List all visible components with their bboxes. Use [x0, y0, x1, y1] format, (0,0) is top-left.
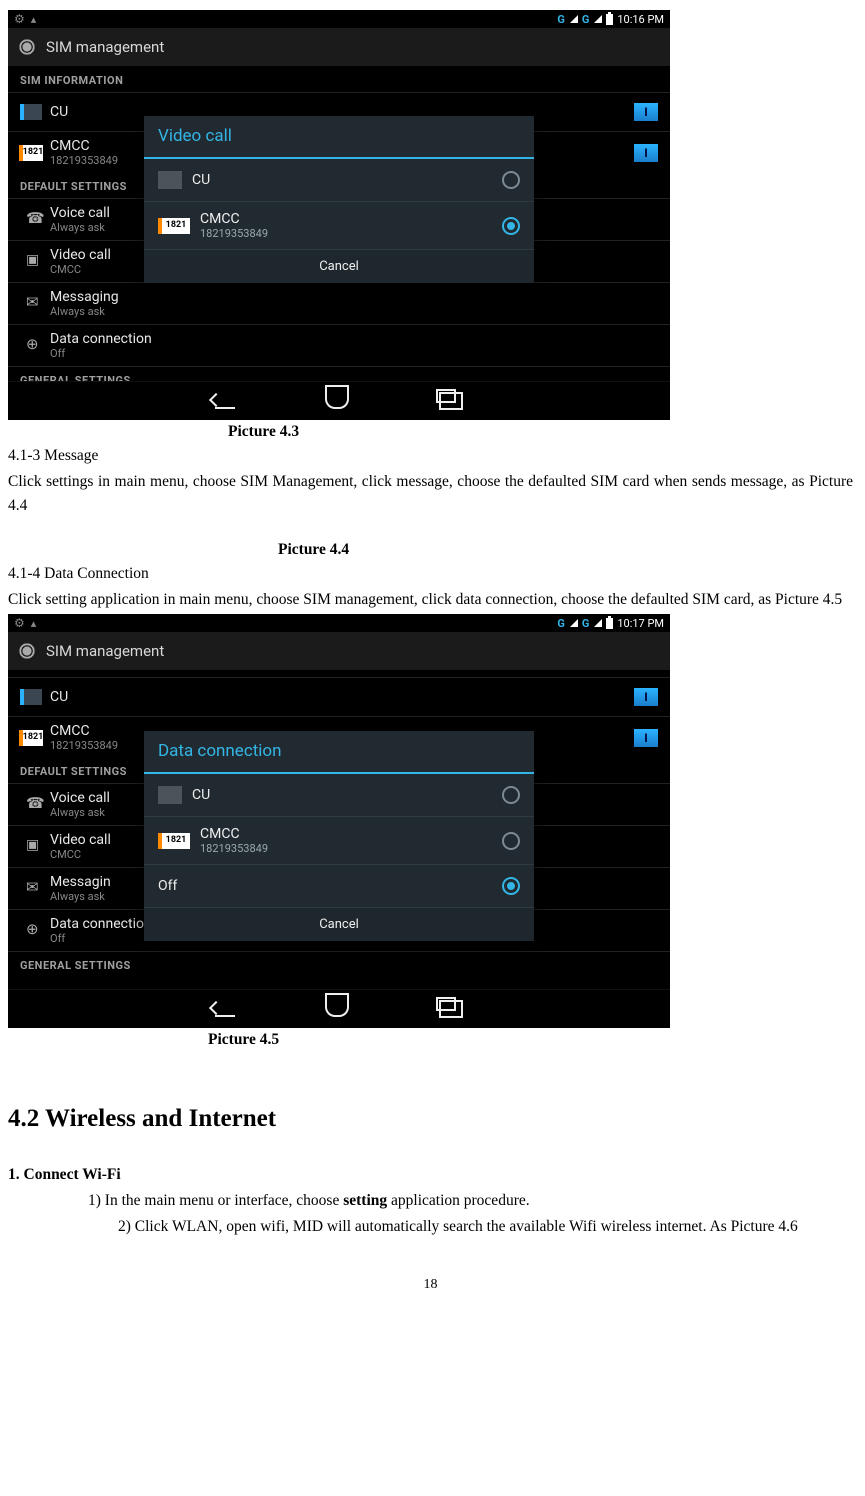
sim-color-icon: [158, 171, 182, 189]
globe-icon: [26, 922, 44, 940]
status-g-icon: G: [557, 14, 565, 25]
sim-toggle[interactable]: I: [634, 103, 658, 121]
wifi-step-1: 1) In the main menu or interface, choose…: [8, 1189, 853, 1213]
recent-button[interactable]: [439, 392, 463, 410]
battery-icon: [606, 14, 613, 25]
row-sub: Always ask: [50, 306, 658, 317]
back-button[interactable]: [215, 1001, 235, 1017]
status-bar: ⚙ ▴ G G 10:17 PM: [8, 614, 670, 632]
cancel-button[interactable]: Cancel: [144, 908, 534, 941]
action-bar: SIM management: [8, 632, 670, 671]
page-title: SIM management: [46, 644, 164, 659]
row-title: Data connection: [50, 332, 658, 346]
option-label: CMCC: [200, 212, 502, 226]
dialog-option-off[interactable]: Off: [144, 865, 534, 908]
action-bar: SIM management: [8, 28, 670, 67]
row-data-connection[interactable]: Data connection Off: [8, 324, 670, 366]
section-4-1-4-title: 4.1-4 Data Connection: [8, 562, 853, 586]
sim-toggle[interactable]: I: [634, 688, 658, 706]
screenshot-4-3: ⚙ ▴ G G 10:16 PM SIM management SIM INFO…: [8, 10, 670, 420]
page-title: SIM management: [46, 40, 164, 55]
phone-icon: [26, 211, 44, 229]
status-g-icon-2: G: [582, 618, 590, 629]
sim-color-icon: [158, 786, 182, 804]
signal-icon: [570, 15, 578, 23]
home-button[interactable]: [325, 393, 349, 409]
globe-icon: [26, 337, 44, 355]
text-fragment: application procedure.: [387, 1192, 529, 1209]
home-button[interactable]: [325, 1001, 349, 1017]
heading-4-2: 4.2 Wireless and Internet: [8, 1100, 853, 1139]
battery-icon: [606, 618, 613, 629]
row-title: Messaging: [50, 290, 658, 304]
option-sub: 18219353849: [200, 228, 502, 239]
status-time: 10:16 PM: [617, 14, 664, 25]
status-g-icon-2: G: [582, 14, 590, 25]
option-label: CMCC: [200, 827, 502, 841]
message-icon: [26, 880, 44, 898]
row-messaging[interactable]: Messaging Always ask: [8, 282, 670, 324]
sim-toggle[interactable]: I: [634, 144, 658, 162]
radio-icon[interactable]: [502, 832, 520, 850]
sim-badge: 1821: [158, 833, 190, 849]
recent-button[interactable]: [439, 1000, 463, 1018]
dialog-video-call: Video call CU 1821 CMCC 18219353849 Canc…: [144, 116, 534, 283]
video-icon: [26, 838, 44, 856]
radio-icon[interactable]: [502, 217, 520, 235]
sim-badge: 1821: [19, 730, 44, 746]
radio-icon[interactable]: [502, 786, 520, 804]
status-bar: ⚙ ▴ G G 10:16 PM: [8, 10, 670, 28]
option-label: Off: [158, 879, 502, 893]
sim-toggle[interactable]: I: [634, 729, 658, 747]
video-icon: [26, 253, 44, 271]
message-icon: [26, 295, 44, 313]
option-label: CU: [192, 788, 502, 802]
gear-icon: [18, 642, 36, 660]
status-time: 10:17 PM: [617, 618, 664, 629]
page-number: 18: [8, 1274, 853, 1296]
nav-bar: [8, 989, 670, 1028]
radio-icon[interactable]: [502, 171, 520, 189]
dialog-data-connection: Data connection CU 1821 CMCC 18219353849…: [144, 731, 534, 941]
back-button[interactable]: [215, 393, 235, 409]
sim-color-icon: [20, 104, 42, 120]
row-sub: Off: [50, 348, 658, 359]
sim-row-cu[interactable]: CU I: [8, 677, 670, 716]
caption-4-3: Picture 4.3: [8, 420, 853, 444]
section-4-1-3-title: 4.1-3 Message: [8, 444, 853, 468]
sim-name: CU: [50, 690, 634, 704]
signal-icon-2: [594, 15, 602, 23]
nav-bar: [8, 381, 670, 420]
status-g-icon: G: [557, 618, 565, 629]
section-4-1-3-body: Click settings in main menu, choose SIM …: [8, 470, 853, 518]
section-sim-info: SIM INFORMATION: [8, 67, 670, 92]
text-fragment: 1) In the main menu or interface, choose: [88, 1192, 343, 1209]
option-label: CU: [192, 173, 502, 187]
dialog-title: Video call: [144, 116, 534, 159]
caption-4-4: Picture 4.4: [8, 538, 853, 562]
section-general: GENERAL SETTINGS: [8, 951, 670, 977]
dialog-option-cu[interactable]: CU: [144, 774, 534, 817]
caption-4-5: Picture 4.5: [8, 1028, 853, 1052]
text-bold: setting: [343, 1192, 387, 1209]
sim-badge: 1821: [158, 218, 190, 234]
cancel-button[interactable]: Cancel: [144, 250, 534, 283]
section-4-1-4-body: Click setting application in main menu, …: [8, 588, 853, 612]
wifi-heading: 1. Connect Wi-Fi: [8, 1163, 853, 1187]
sim-badge: 1821: [19, 145, 44, 161]
dialog-title: Data connection: [144, 731, 534, 774]
wifi-step-2: 2) Click WLAN, open wifi, MID will autom…: [8, 1215, 853, 1239]
phone-icon: [26, 796, 44, 814]
radio-icon[interactable]: [502, 877, 520, 895]
signal-icon-2: [594, 619, 602, 627]
dialog-option-cmcc[interactable]: 1821 CMCC 18219353849: [144, 202, 534, 250]
option-sub: 18219353849: [200, 843, 502, 854]
dialog-option-cmcc[interactable]: 1821 CMCC 18219353849: [144, 817, 534, 865]
signal-icon: [570, 619, 578, 627]
screenshot-4-5: ⚙ ▴ G G 10:17 PM SIM management CU I 182…: [8, 614, 670, 1028]
dialog-option-cu[interactable]: CU: [144, 159, 534, 202]
gear-icon: [18, 38, 36, 56]
sim-color-icon: [20, 689, 42, 705]
